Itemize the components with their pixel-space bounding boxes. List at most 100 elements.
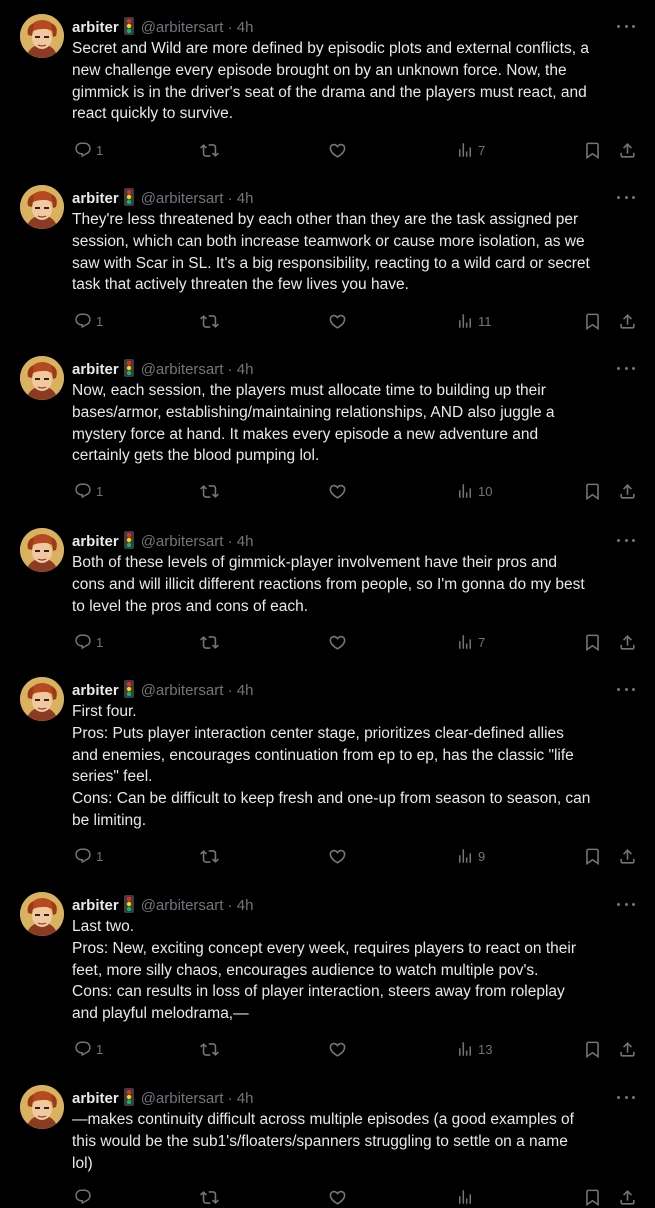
share-button[interactable] <box>618 1186 637 1208</box>
bookmark-button[interactable] <box>583 845 602 867</box>
bookmark-button[interactable] <box>583 1038 602 1060</box>
heart-icon <box>328 1040 347 1059</box>
view-count: 13 <box>478 1041 493 1057</box>
timestamp[interactable]: 4h <box>237 897 254 914</box>
tweet[interactable]: arbiter @arbitersart · 4h Both of these … <box>0 528 655 653</box>
views-button[interactable]: 9 <box>456 845 485 867</box>
more-options-icon[interactable] <box>617 1090 635 1104</box>
like-button[interactable] <box>328 845 351 867</box>
bookmark-button[interactable] <box>583 631 602 653</box>
bookmark-icon <box>583 1040 602 1059</box>
user-handle[interactable]: @arbitersart <box>141 19 224 36</box>
retweet-button[interactable] <box>200 310 223 332</box>
like-button[interactable] <box>328 139 351 161</box>
like-button[interactable] <box>328 480 351 502</box>
tweet-text-line: Pros: Puts player interaction center sta… <box>72 724 564 742</box>
retweet-button[interactable] <box>200 480 223 502</box>
share-button[interactable] <box>618 310 637 332</box>
reply-icon <box>74 1188 92 1206</box>
reply-button[interactable]: 1 <box>74 310 103 332</box>
bookmark-button[interactable] <box>583 1186 602 1208</box>
avatar[interactable] <box>20 14 64 58</box>
tweet[interactable]: arbiter @arbitersart · 4h First four. Pro… <box>0 677 655 867</box>
retweet-button[interactable] <box>200 1186 223 1208</box>
display-name[interactable]: arbiter <box>72 682 119 699</box>
more-options-icon[interactable] <box>617 533 635 547</box>
user-handle[interactable]: @arbitersart <box>141 682 224 699</box>
views-button[interactable]: 10 <box>456 480 492 502</box>
bookmark-button[interactable] <box>583 480 602 502</box>
timestamp[interactable]: 4h <box>237 190 254 207</box>
reply-button[interactable]: 1 <box>74 1038 103 1060</box>
heart-icon <box>328 847 347 866</box>
tweet[interactable]: arbiter @arbitersart · 4h —makes continu… <box>0 1085 655 1208</box>
display-name[interactable]: arbiter <box>72 533 119 550</box>
more-options-icon[interactable] <box>617 190 635 204</box>
avatar[interactable] <box>20 185 64 229</box>
timestamp[interactable]: 4h <box>237 533 254 550</box>
retweet-button[interactable] <box>200 1038 223 1060</box>
avatar[interactable] <box>20 528 64 572</box>
reply-icon <box>74 312 92 330</box>
retweet-button[interactable] <box>200 845 223 867</box>
views-button[interactable]: 13 <box>456 1038 492 1060</box>
tweet[interactable]: arbiter @arbitersart · 4h Now, each sess… <box>0 356 655 502</box>
display-name[interactable]: arbiter <box>72 1090 119 1107</box>
like-button[interactable] <box>328 1038 351 1060</box>
like-button[interactable] <box>328 631 351 653</box>
more-options-icon[interactable] <box>617 19 635 33</box>
display-name[interactable]: arbiter <box>72 897 119 914</box>
display-name[interactable]: arbiter <box>72 19 119 36</box>
timestamp[interactable]: 4h <box>237 1090 254 1107</box>
tweet[interactable]: arbiter @arbitersart · 4h Secret and Wil… <box>0 14 655 161</box>
avatar[interactable] <box>20 677 64 721</box>
more-options-icon[interactable] <box>617 682 635 696</box>
retweet-button[interactable] <box>200 631 223 653</box>
display-name[interactable]: arbiter <box>72 361 119 378</box>
user-handle[interactable]: @arbitersart <box>141 190 224 207</box>
more-options-icon[interactable] <box>617 361 635 375</box>
retweet-button[interactable] <box>200 139 223 161</box>
reply-button[interactable] <box>74 1186 96 1208</box>
user-handle[interactable]: @arbitersart <box>141 533 224 550</box>
user-handle[interactable]: @arbitersart <box>141 897 224 914</box>
retweet-icon <box>200 1188 219 1207</box>
reply-button[interactable]: 1 <box>74 631 103 653</box>
views-button[interactable]: 7 <box>456 631 485 653</box>
like-button[interactable] <box>328 310 351 332</box>
timestamp[interactable]: 4h <box>237 682 254 699</box>
reply-button[interactable]: 1 <box>74 480 103 502</box>
bookmark-icon <box>583 633 602 652</box>
view-count: 11 <box>478 313 492 329</box>
share-button[interactable] <box>618 1038 637 1060</box>
bar-chart-icon <box>456 141 474 159</box>
user-handle[interactable]: @arbitersart <box>141 361 224 378</box>
tweet-text-line: react quickly to survive. <box>72 105 234 123</box>
share-button[interactable] <box>618 631 637 653</box>
bookmark-button[interactable] <box>583 310 602 332</box>
share-button[interactable] <box>618 845 637 867</box>
share-button[interactable] <box>618 139 637 161</box>
tweet-text-line: and enemies, encourages continuation fro… <box>72 746 574 764</box>
like-button[interactable] <box>328 1186 351 1208</box>
bookmark-button[interactable] <box>583 139 602 161</box>
more-options-icon[interactable] <box>617 897 635 911</box>
views-button[interactable]: 7 <box>456 139 485 161</box>
avatar[interactable] <box>20 356 64 400</box>
timestamp[interactable]: 4h <box>237 361 254 378</box>
display-name[interactable]: arbiter <box>72 190 119 207</box>
avatar[interactable] <box>20 1085 64 1129</box>
avatar[interactable] <box>20 892 64 936</box>
reply-count: 1 <box>96 142 104 158</box>
traffic-light-icon <box>123 531 137 549</box>
action-bar <box>72 1186 642 1208</box>
tweet[interactable]: arbiter @arbitersart · 4h They're less t… <box>0 185 655 332</box>
reply-button[interactable]: 1 <box>74 139 103 161</box>
timestamp[interactable]: 4h <box>237 19 254 36</box>
views-button[interactable] <box>456 1186 478 1208</box>
views-button[interactable]: 11 <box>456 310 492 332</box>
reply-button[interactable]: 1 <box>74 845 103 867</box>
share-button[interactable] <box>618 480 637 502</box>
tweet[interactable]: arbiter @arbitersart · 4h Last two. Pros:… <box>0 892 655 1060</box>
user-handle[interactable]: @arbitersart <box>141 1090 224 1107</box>
